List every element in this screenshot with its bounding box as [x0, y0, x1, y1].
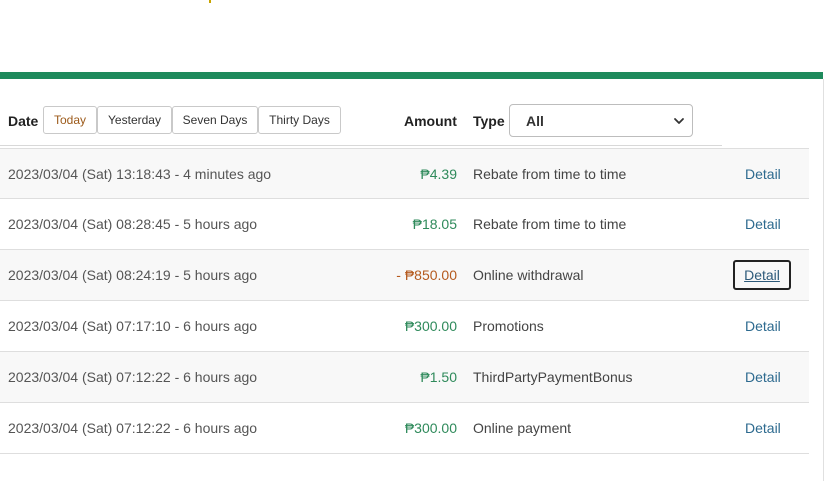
table-row: 2023/03/04 (Sat) 07:12:22 - 6 hours ago …	[0, 403, 809, 454]
row-time: 2023/03/04 (Sat) 13:18:43 - 4 minutes ag…	[8, 166, 272, 182]
row-amount: ₱1.50	[420, 369, 457, 385]
accent-bar	[0, 72, 823, 79]
type-select-value: All	[526, 113, 544, 129]
row-amount: ₱300.00	[404, 318, 457, 334]
detail-link[interactable]: Detail	[745, 166, 781, 182]
row-time: 2023/03/04 (Sat) 07:12:22 - 6 hours ago	[8, 420, 258, 436]
detail-button[interactable]: Detail	[733, 260, 791, 290]
top-decoration	[209, 0, 211, 3]
row-type: Online payment	[473, 420, 572, 436]
type-select[interactable]: All	[509, 104, 693, 137]
row-type: Promotions	[473, 318, 544, 334]
row-amount: ₱300.00	[404, 420, 457, 436]
row-type: Online withdrawal	[473, 267, 584, 283]
row-time: 2023/03/04 (Sat) 08:24:19 - 5 hours ago	[8, 267, 258, 283]
chevron-down-icon	[674, 118, 684, 124]
filter-today-button[interactable]: Today	[43, 106, 97, 134]
detail-link[interactable]: Detail	[745, 420, 781, 436]
header-divider	[0, 145, 722, 146]
row-time: 2023/03/04 (Sat) 07:17:10 - 6 hours ago	[8, 318, 258, 334]
filter-thirty-days-button[interactable]: Thirty Days	[258, 106, 341, 134]
date-label: Date	[8, 113, 39, 129]
row-amount: ₱4.39	[420, 166, 457, 182]
row-type: ThirdPartyPaymentBonus	[473, 369, 633, 385]
type-label: Type	[473, 113, 505, 129]
filter-header: Date Today Yesterday Seven Days Thirty D…	[0, 100, 809, 146]
table-row: 2023/03/04 (Sat) 08:28:45 - 5 hours ago …	[0, 199, 809, 250]
detail-link[interactable]: Detail	[745, 318, 781, 334]
amount-label: Amount	[404, 113, 457, 129]
table-row: 2023/03/04 (Sat) 08:24:19 - 5 hours ago …	[0, 250, 809, 301]
row-amount: - ₱850.00	[396, 267, 457, 283]
row-time: 2023/03/04 (Sat) 08:28:45 - 5 hours ago	[8, 216, 258, 232]
row-type: Rebate from time to time	[473, 166, 627, 182]
filter-seven-days-button[interactable]: Seven Days	[172, 106, 258, 134]
table-row: 2023/03/04 (Sat) 07:17:10 - 6 hours ago …	[0, 301, 809, 352]
transaction-list: 2023/03/04 (Sat) 13:18:43 - 4 minutes ag…	[0, 148, 809, 454]
table-row: 2023/03/04 (Sat) 13:18:43 - 4 minutes ag…	[0, 148, 809, 199]
filter-yesterday-button[interactable]: Yesterday	[97, 106, 172, 134]
panel-right-border	[823, 79, 824, 481]
row-time: 2023/03/04 (Sat) 07:12:22 - 6 hours ago	[8, 369, 258, 385]
table-row: 2023/03/04 (Sat) 07:12:22 - 6 hours ago …	[0, 352, 809, 403]
row-amount: ₱18.05	[412, 216, 457, 232]
detail-link[interactable]: Detail	[745, 216, 781, 232]
detail-link[interactable]: Detail	[745, 369, 781, 385]
row-type: Rebate from time to time	[473, 216, 627, 232]
